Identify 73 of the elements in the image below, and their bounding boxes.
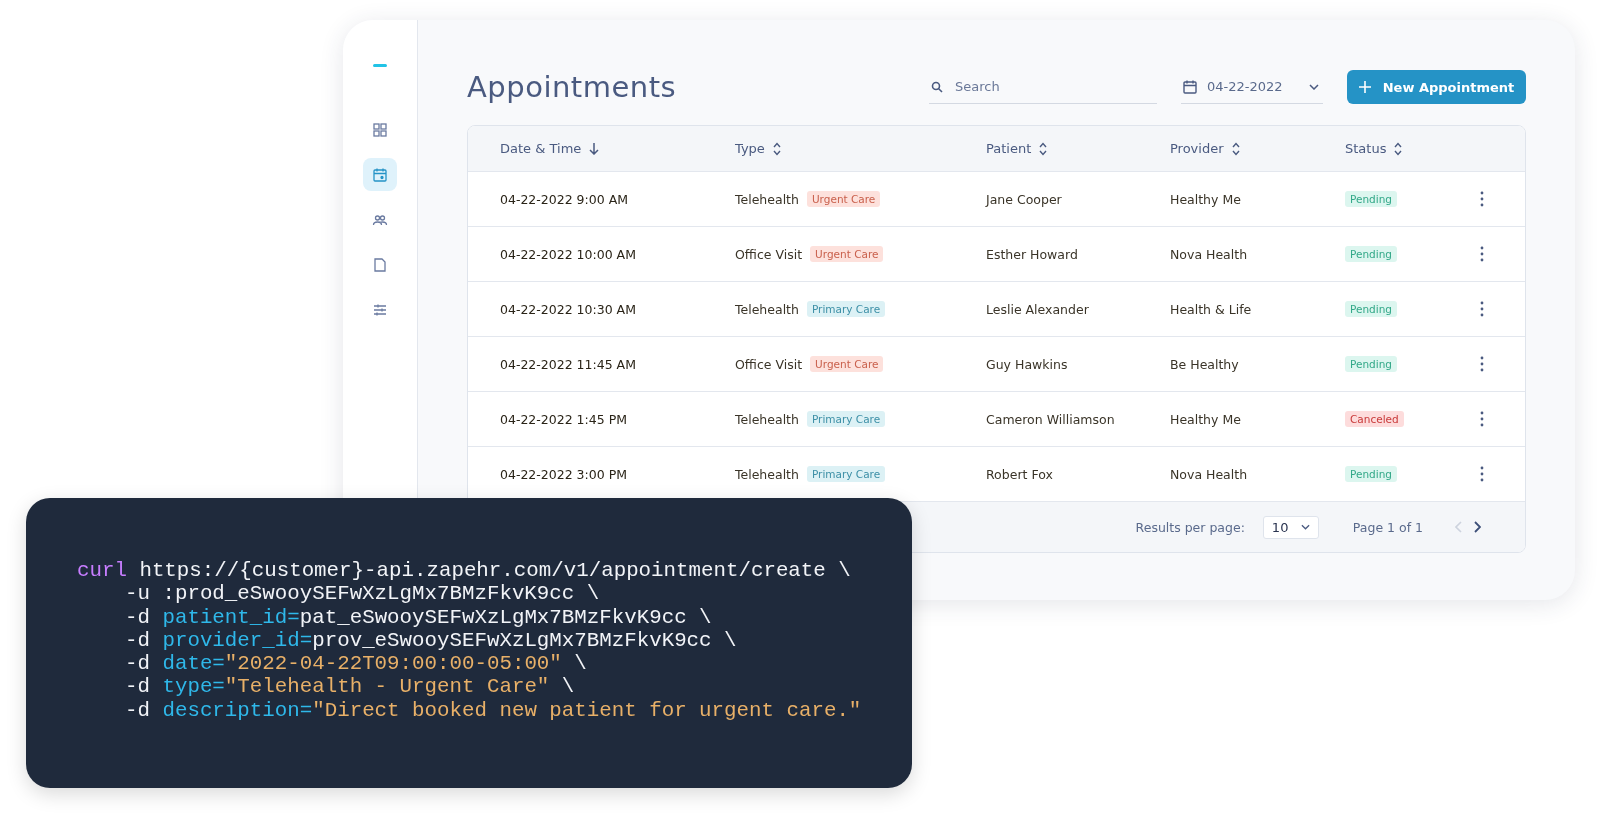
status-badge: Pending (1345, 301, 1397, 317)
column-header[interactable]: Patient (986, 141, 1048, 156)
provider-cell: Healthy Me (1170, 191, 1241, 207)
column-header[interactable]: Status (1345, 141, 1403, 156)
per-page-dropdown[interactable]: 10 (1262, 515, 1319, 539)
column-header[interactable]: Date & Time (500, 141, 600, 156)
code-line: -d description="Direct booked new patient for urgent care." (124, 698, 863, 723)
type-cell: Telehealth (735, 466, 799, 482)
search-field[interactable]: Search (929, 70, 1157, 104)
calendar-icon (1183, 79, 1197, 94)
patient-cell: Esther Howard (986, 246, 1078, 262)
chevron-left-icon (1455, 521, 1462, 533)
type-cell: Telehealth (735, 301, 799, 317)
care-tag: Primary Care (806, 411, 886, 427)
type-cell: Office Visit (735, 246, 803, 262)
provider-cell: Nova Health (1170, 246, 1248, 262)
code-line: -u :prod_eSwooySEFwXzLgMx7BMzFkvK9cc \ (124, 582, 601, 606)
vertical-dots-icon (1480, 466, 1484, 482)
document-icon (372, 256, 388, 273)
date-time-cell: 04-22-2022 11:45 AM (500, 356, 636, 372)
status-badge: Pending (1345, 356, 1397, 372)
date-field[interactable]: 04-22-2022 (1181, 70, 1323, 104)
vertical-dots-icon (1480, 356, 1484, 372)
results-per-page-label: Results per page: (1135, 519, 1245, 535)
chevron-down-icon (1309, 83, 1319, 90)
vertical-dots-icon (1480, 411, 1484, 427)
type-cell: Office Visit (735, 356, 803, 372)
vertical-dots-icon (1480, 301, 1484, 317)
code-line: -d type="Telehealth - Urgent Care" \ (124, 675, 576, 699)
type-cell: Telehealth (735, 411, 799, 427)
status-badge: Pending (1345, 246, 1397, 262)
date-time-cell: 04-22-2022 10:30 AM (500, 301, 636, 317)
provider-cell: Healthy Me (1170, 411, 1241, 427)
status-badge: Pending (1345, 191, 1397, 207)
calendar-nav-button[interactable] (363, 158, 397, 191)
vertical-dots-icon (1480, 191, 1484, 207)
provider-cell: Be Healthy (1170, 356, 1239, 372)
column-header[interactable]: Provider (1170, 141, 1240, 156)
status-badge: Pending (1345, 466, 1397, 482)
patient-cell: Robert Fox (986, 466, 1053, 482)
type-cell: Telehealth (735, 191, 799, 207)
care-tag: Urgent Care (806, 191, 881, 207)
date-time-cell: 04-22-2022 1:45 PM (500, 411, 627, 427)
code-line: -d patient_id=pat_eSwooySEFwXzLgMx7BMzFkvK9cc \ (124, 605, 713, 629)
patient-cell: Cameron Williamson (986, 411, 1115, 427)
provider-cell: Nova Health (1170, 466, 1248, 482)
care-tag: Primary Care (806, 301, 886, 317)
grid-icon (372, 121, 388, 138)
calendar-icon (372, 166, 388, 183)
plus-icon (1358, 81, 1371, 93)
page-info: Page 1 of 1 (1352, 519, 1423, 535)
chevron-right-icon (1474, 521, 1481, 533)
new-appointment-button[interactable]: New Appointment (1347, 70, 1526, 104)
care-tag: Urgent Care (810, 356, 884, 372)
column-header[interactable]: Type (735, 141, 781, 156)
patient-cell: Guy Hawkins (986, 356, 1068, 372)
chevron-down-icon (1300, 524, 1310, 530)
patient-cell: Leslie Alexander (986, 301, 1089, 317)
care-tag: Urgent Care (810, 246, 884, 262)
date-time-cell: 04-22-2022 9:00 AM (500, 191, 628, 207)
search-icon (931, 81, 943, 93)
vertical-dots-icon (1480, 246, 1484, 262)
date-time-cell: 04-22-2022 3:00 PM (500, 466, 627, 482)
code-line: -d date="2022-04-22T09:00:00-05:00" \ (124, 652, 588, 676)
code-line: -d provider_id=prov_eSwooySEFwXzLgMx7BMzFkvK9cc \ (124, 628, 738, 653)
provider-cell: Health & Life (1170, 301, 1252, 317)
care-tag: Primary Care (806, 466, 886, 482)
patient-cell: Jane Cooper (986, 191, 1062, 207)
status-badge: Canceled (1345, 411, 1404, 427)
page-title: Appointments (467, 70, 677, 104)
code-line: curl https://{customer}-api.zapehr.com/v1/appointment/create \ (77, 559, 852, 583)
dash-logo-icon (373, 64, 387, 67)
date-time-cell: 04-22-2022 10:00 AM (500, 246, 636, 262)
